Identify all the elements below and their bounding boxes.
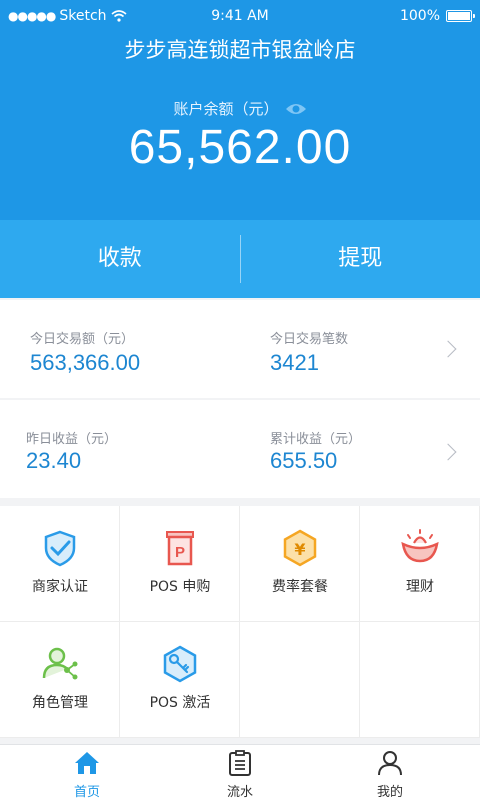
bottom-tab-bar: 首页 流水 我的: [0, 744, 480, 800]
balance-label: 账户余额（元）: [173, 100, 279, 118]
pos-apply-icon: P: [166, 531, 194, 566]
eye-icon[interactable]: [285, 102, 307, 116]
earnings-stats-card[interactable]: 昨日收益（元） 23.40 累计收益（元） 655.50: [0, 400, 480, 498]
collect-button[interactable]: 收款: [0, 220, 240, 298]
tab-label: 流水: [226, 785, 253, 800]
action-bar: 收款 提现: [0, 220, 480, 298]
user-share-icon: [42, 647, 78, 680]
battery-icon: [446, 10, 475, 22]
grid-empty-cell: [360, 622, 480, 738]
shield-check-icon: [44, 530, 76, 567]
yesterday-earnings-label: 昨日收益（元）: [26, 432, 118, 447]
grid-item-pos-apply[interactable]: P POS 申购: [120, 506, 240, 622]
svg-text:P: P: [175, 544, 185, 561]
yuan-hexagon-icon: ¥: [283, 529, 317, 567]
battery-info: 100%: [399, 8, 475, 24]
svg-text:¥: ¥: [294, 540, 305, 559]
clipboard-icon: [229, 750, 251, 776]
battery-percent: 100%: [399, 8, 440, 24]
grid-empty-cell: [240, 622, 360, 738]
chevron-right-icon: [439, 443, 457, 461]
today-volume-label: 今日交易额（元）: [30, 332, 135, 347]
tab-label: 首页: [73, 785, 100, 800]
grid-label: POS 激活: [149, 695, 211, 711]
function-grid: 商家认证 P POS 申购 ¥ 费率套餐 理财 角色管理 POS 激活: [0, 506, 480, 738]
status-bar: ●●●●● Sketch 9:41 AM 100%: [0, 0, 480, 32]
store-name: 步步高连锁超市银盆岭店: [124, 38, 356, 62]
today-count-label: 今日交易笔数: [270, 332, 349, 347]
total-earnings-label: 累计收益（元）: [270, 432, 362, 447]
ingot-icon: [401, 529, 439, 563]
chevron-right-icon: [439, 340, 457, 358]
key-hexagon-icon: [163, 645, 197, 683]
balance-value: 65,562.00: [128, 121, 352, 174]
total-earnings-value: 655.50: [270, 448, 338, 473]
home-icon: [75, 752, 99, 774]
grid-label: 费率套餐: [272, 579, 328, 595]
grid-item-merchant-verify[interactable]: 商家认证: [0, 506, 120, 622]
grid-label: 商家认证: [32, 579, 88, 595]
account-header: ●●●●● Sketch 9:41 AM 100% 步步高连锁超市银盆岭店 账户…: [0, 0, 480, 220]
yesterday-earnings-value: 23.40: [26, 448, 82, 473]
today-volume-value: 563,366.00: [30, 350, 141, 375]
tab-profile[interactable]: 我的: [340, 745, 440, 800]
today-stats-card[interactable]: 今日交易额（元） 563,366.00 今日交易笔数 3421: [0, 300, 480, 398]
person-icon: [378, 751, 402, 776]
grid-item-pos-activate[interactable]: POS 激活: [120, 622, 240, 738]
grid-item-rate-plan[interactable]: ¥ 费率套餐: [240, 506, 360, 622]
today-count-value: 3421: [270, 350, 319, 375]
grid-label: POS 申购: [149, 579, 211, 595]
grid-item-role-manage[interactable]: 角色管理: [0, 622, 120, 738]
grid-label: 理财: [406, 579, 434, 595]
tab-home[interactable]: 首页: [37, 745, 137, 800]
withdraw-button[interactable]: 提现: [241, 220, 480, 298]
grid-label: 角色管理: [32, 695, 88, 711]
grid-item-finance[interactable]: 理财: [360, 506, 480, 622]
tab-transactions[interactable]: 流水: [190, 745, 290, 800]
balance-label-row: 账户余额（元）: [0, 98, 480, 119]
tab-label: 我的: [376, 785, 403, 800]
